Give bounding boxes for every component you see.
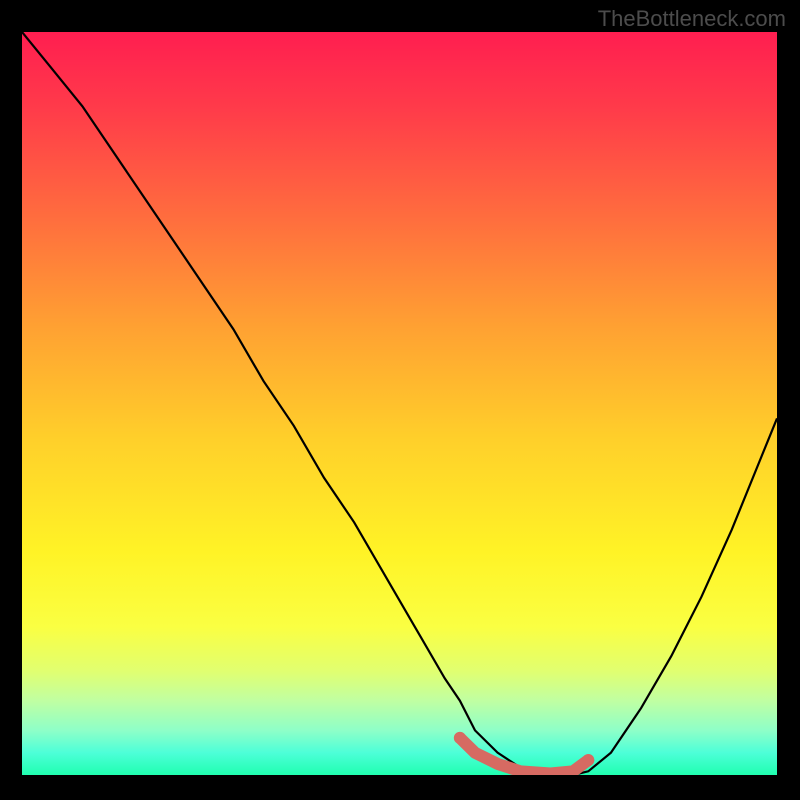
chart-plot-area	[22, 32, 777, 775]
optimal-range-highlight	[22, 32, 777, 775]
watermark-text: TheBottleneck.com	[598, 6, 786, 32]
